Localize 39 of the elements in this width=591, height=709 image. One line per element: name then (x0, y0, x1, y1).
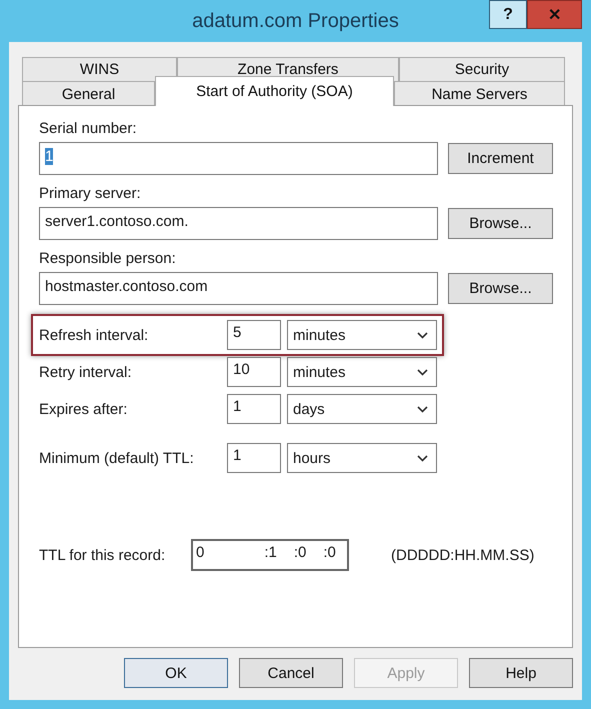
interval-label: Expires after: (39, 400, 128, 418)
chevron-icon (417, 454, 428, 462)
field-label: Primary server: (39, 185, 142, 202)
interval-label: Retry interval: (39, 364, 133, 380)
side-button[interactable]: Increment (448, 143, 553, 174)
field-label: Responsible person: (39, 250, 177, 267)
number-field[interactable]: 5 (227, 320, 281, 350)
interval-label: Refresh interval: (39, 326, 150, 344)
close-button[interactable]: ✕ (527, 0, 582, 29)
interval-label: Minimum (default) TTL: (39, 450, 195, 466)
help-button[interactable]: ? (489, 0, 527, 29)
tab[interactable]: WINS (22, 57, 177, 81)
ttl-field[interactable]: 0 :1 :0 :0 (191, 539, 349, 571)
window-title: adatum.com Properties (192, 10, 399, 32)
chevron-icon (417, 368, 428, 376)
number-field[interactable]: 1 (227, 394, 281, 424)
text-field[interactable]: 1 (39, 142, 438, 175)
dialog-button[interactable]: OK (124, 658, 228, 688)
unit-dropdown[interactable]: minutes (287, 320, 437, 350)
unit-dropdown[interactable]: minutes (287, 357, 437, 387)
number-field[interactable]: 1 (227, 443, 281, 473)
chevron-icon (417, 332, 428, 338)
number-field[interactable]: 10 (227, 357, 281, 387)
ttl-label: TTL for this record: (39, 546, 166, 564)
text-field[interactable]: hostmaster.contoso.com (39, 272, 438, 305)
tab[interactable]: Start of Authority (SOA) (155, 76, 394, 106)
field-label: Serial number: (39, 120, 138, 137)
dialog-button[interactable]: Cancel (239, 658, 343, 688)
unit-dropdown[interactable]: hours (287, 443, 437, 473)
chevron-icon (417, 406, 428, 412)
tab[interactable]: General (22, 81, 155, 107)
side-button[interactable]: Browse... (448, 273, 553, 304)
text-field[interactable]: server1.contoso.com. (39, 207, 438, 240)
tab[interactable]: Security (399, 57, 565, 81)
format-hint: (DDDDD:HH.MM.SS) (391, 546, 534, 564)
unit-dropdown[interactable]: days (287, 394, 437, 424)
side-button[interactable]: Browse... (448, 208, 553, 239)
tab[interactable]: Name Servers (394, 81, 565, 107)
dialog-button[interactable]: Help (469, 658, 573, 688)
